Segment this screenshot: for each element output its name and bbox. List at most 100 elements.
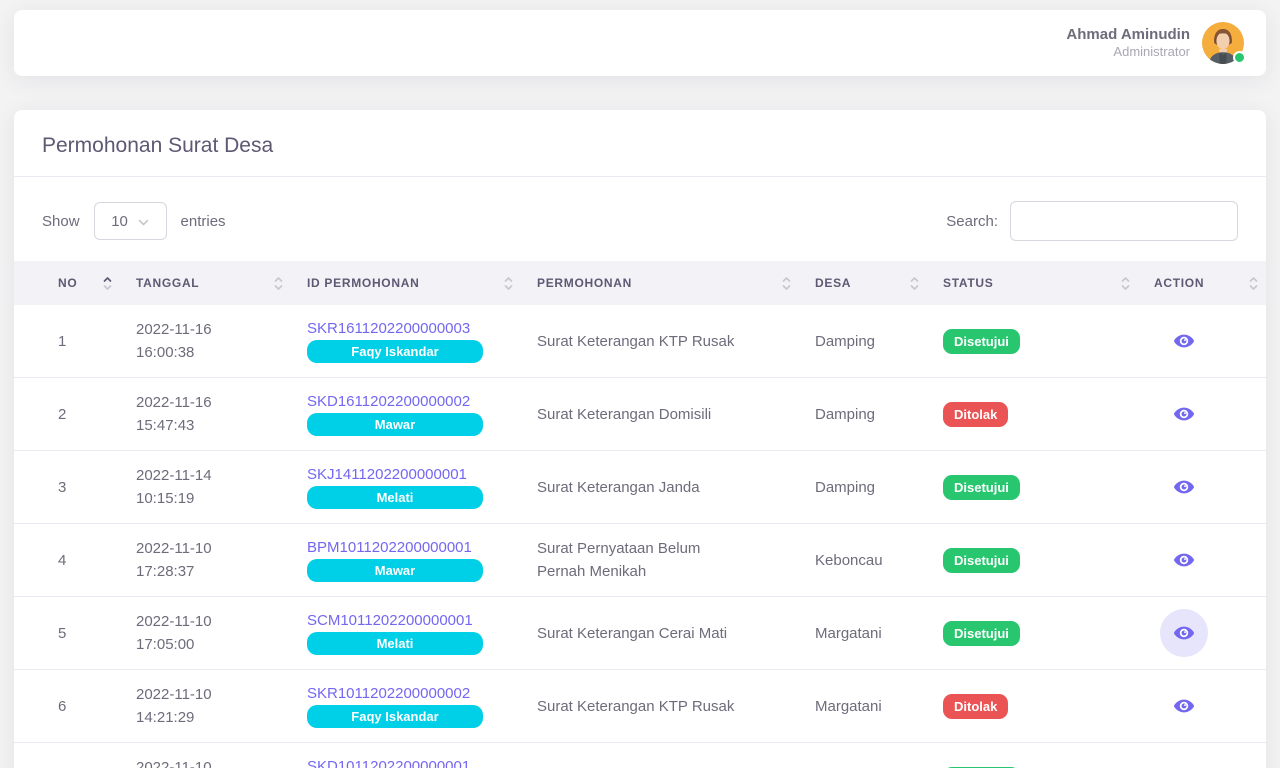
row-status: Disetujui xyxy=(927,743,1138,768)
search-control: Search: xyxy=(946,201,1238,241)
row-desa: Damping xyxy=(799,305,927,378)
permohonan-id-link[interactable]: SKR1011202200000002 xyxy=(307,685,470,702)
row-permohonan: Surat Keterangan Janda xyxy=(521,451,799,524)
row-tanggal: 2022-11-10 17:05:00 xyxy=(120,597,291,670)
table-controls: Show 10 entries Search: xyxy=(14,177,1266,261)
view-action-button[interactable] xyxy=(1160,390,1208,438)
eye-icon xyxy=(1173,403,1195,425)
header-row: NO TANGGAL ID PERMOHONAN PERMOHONAN xyxy=(14,261,1266,305)
table-row: 7 2022-11-10 11:57:01 SKD101120220000000… xyxy=(14,743,1266,768)
row-id-cell: SKR1011202200000002 Faqy Iskandar xyxy=(291,670,521,743)
top-navbar: Ahmad Aminudin Administrator xyxy=(14,10,1266,76)
sort-chevrons-icon[interactable] xyxy=(782,275,791,292)
status-badge: Ditolak xyxy=(943,694,1008,719)
online-status-dot xyxy=(1233,51,1246,64)
view-action-button[interactable] xyxy=(1160,317,1208,365)
view-action-button[interactable] xyxy=(1160,609,1208,657)
permohonan-id-link[interactable]: SKD1011202200000001 xyxy=(307,758,470,768)
permohonan-id-link[interactable]: SKD1611202200000002 xyxy=(307,393,470,410)
table-row: 3 2022-11-14 10:15:19 SKJ141120220000000… xyxy=(14,451,1266,524)
row-time: 10:15:19 xyxy=(136,487,275,510)
row-number: 5 xyxy=(14,597,120,670)
row-action xyxy=(1138,305,1266,378)
user-name: Ahmad Aminudin xyxy=(1066,25,1190,45)
status-badge: Ditolak xyxy=(943,402,1008,427)
user-role: Administrator xyxy=(1066,44,1190,61)
row-tanggal: 2022-11-14 10:15:19 xyxy=(120,451,291,524)
row-id-cell: SCM1011202200000001 Melati xyxy=(291,597,521,670)
sort-chevrons-icon[interactable] xyxy=(1249,275,1258,292)
permohonan-id-link[interactable]: SKR1611202200000003 xyxy=(307,320,470,337)
row-id-cell: SKD1611202200000002 Mawar xyxy=(291,378,521,451)
row-date: 2022-11-10 xyxy=(136,683,275,706)
sort-chevrons-icon[interactable] xyxy=(274,275,283,292)
eye-icon xyxy=(1173,476,1195,498)
sort-chevrons-icon[interactable] xyxy=(1121,275,1130,292)
column-header[interactable]: NO xyxy=(14,261,120,305)
page-title: Permohonan Surat Desa xyxy=(42,134,1238,158)
applicant-badge: Faqy Iskandar xyxy=(307,340,483,363)
table-row: 1 2022-11-16 16:00:38 SKR161120220000000… xyxy=(14,305,1266,378)
column-header[interactable]: PERMOHONAN xyxy=(521,261,799,305)
search-input[interactable] xyxy=(1010,201,1238,241)
view-action-button[interactable] xyxy=(1160,536,1208,584)
permohonan-table: NO TANGGAL ID PERMOHONAN PERMOHONAN xyxy=(14,261,1266,768)
row-number: 6 xyxy=(14,670,120,743)
eye-icon xyxy=(1173,695,1195,717)
row-id-cell: BPM1011202200000001 Mawar xyxy=(291,524,521,597)
view-action-button[interactable] xyxy=(1160,463,1208,511)
card-header: Permohonan Surat Desa xyxy=(14,110,1266,176)
column-header[interactable]: STATUS xyxy=(927,261,1138,305)
table-row: 2 2022-11-16 15:47:43 SKD161120220000000… xyxy=(14,378,1266,451)
show-label: Show xyxy=(42,213,80,230)
view-action-button[interactable] xyxy=(1160,755,1208,768)
row-tanggal: 2022-11-16 16:00:38 xyxy=(120,305,291,378)
row-action xyxy=(1138,451,1266,524)
table-row: 5 2022-11-10 17:05:00 SCM101120220000000… xyxy=(14,597,1266,670)
row-id-cell: SKR1611202200000003 Faqy Iskandar xyxy=(291,305,521,378)
row-number: 7 xyxy=(14,743,120,768)
permohonan-id-link[interactable]: SKJ1411202200000001 xyxy=(307,466,467,483)
row-status: Disetujui xyxy=(927,597,1138,670)
row-date: 2022-11-10 xyxy=(136,537,275,560)
column-header[interactable]: ACTION xyxy=(1138,261,1266,305)
row-number: 4 xyxy=(14,524,120,597)
row-tanggal: 2022-11-10 17:28:37 xyxy=(120,524,291,597)
row-id-cell: SKD1011202200000001 Melati xyxy=(291,743,521,768)
row-date: 2022-11-10 xyxy=(136,756,275,768)
entries-label: entries xyxy=(181,213,226,230)
row-permohonan: Surat Keterangan Cerai Mati xyxy=(521,597,799,670)
row-tanggal: 2022-11-16 15:47:43 xyxy=(120,378,291,451)
row-status: Disetujui xyxy=(927,524,1138,597)
sort-chevrons-icon[interactable] xyxy=(103,275,112,292)
row-action xyxy=(1138,743,1266,768)
sort-chevrons-icon[interactable] xyxy=(910,275,919,292)
column-header[interactable]: TANGGAL xyxy=(120,261,291,305)
row-number: 2 xyxy=(14,378,120,451)
row-number: 1 xyxy=(14,305,120,378)
row-permohonan: Surat Keterangan Domisili xyxy=(521,378,799,451)
row-status: Disetujui xyxy=(927,451,1138,524)
search-label: Search: xyxy=(946,213,998,230)
row-action xyxy=(1138,524,1266,597)
column-header[interactable]: DESA xyxy=(799,261,927,305)
row-date: 2022-11-16 xyxy=(136,391,275,414)
row-action xyxy=(1138,378,1266,451)
row-desa: Margatani xyxy=(799,597,927,670)
table-row: 4 2022-11-10 17:28:37 BPM101120220000000… xyxy=(14,524,1266,597)
row-status: Ditolak xyxy=(927,378,1138,451)
user-menu[interactable]: Ahmad Aminudin Administrator xyxy=(1066,22,1244,64)
status-badge: Disetujui xyxy=(943,621,1020,646)
sort-chevrons-icon[interactable] xyxy=(504,275,513,292)
row-tanggal: 2022-11-10 11:57:01 xyxy=(120,743,291,768)
entries-select[interactable]: 10 xyxy=(94,202,167,240)
table-body: 1 2022-11-16 16:00:38 SKR161120220000000… xyxy=(14,305,1266,768)
chevron-down-icon xyxy=(138,219,149,226)
applicant-badge: Mawar xyxy=(307,559,483,582)
permohonan-id-link[interactable]: BPM1011202200000001 xyxy=(307,539,472,556)
column-header[interactable]: ID PERMOHONAN xyxy=(291,261,521,305)
view-action-button[interactable] xyxy=(1160,682,1208,730)
permohonan-id-link[interactable]: SCM1011202200000001 xyxy=(307,612,473,629)
status-badge: Disetujui xyxy=(943,475,1020,500)
avatar[interactable] xyxy=(1202,22,1244,64)
